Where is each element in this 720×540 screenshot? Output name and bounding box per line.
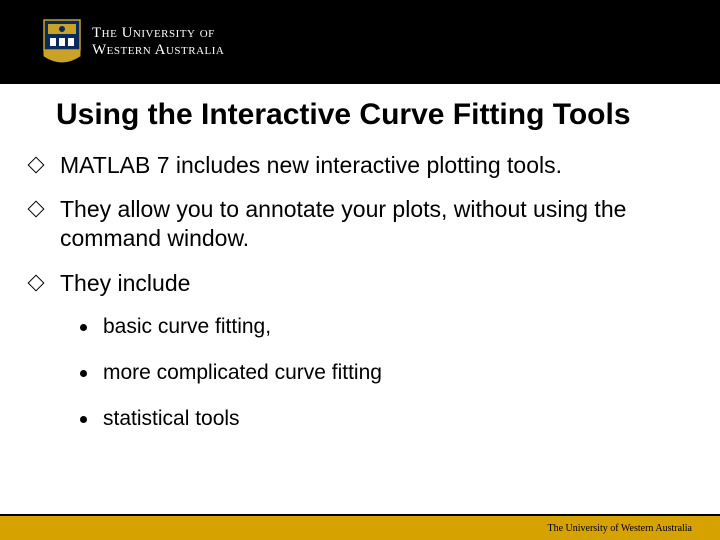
- diamond-bullet-icon: [28, 201, 45, 218]
- sub-bullet-list: basic curve fitting, more complicated cu…: [56, 314, 680, 433]
- bullet-text: They allow you to annotate your plots, w…: [60, 195, 680, 253]
- list-item: MATLAB 7 includes new interactive plotti…: [56, 151, 680, 180]
- footer-text: The University of Western Australia: [547, 523, 692, 534]
- bullet-text: They include: [60, 269, 680, 298]
- sub-bullet-text: statistical tools: [103, 406, 240, 432]
- list-item: They include: [56, 269, 680, 298]
- content-area: Using the Interactive Curve Fitting Tool…: [0, 84, 720, 514]
- university-name: The University of Western Australia: [92, 25, 224, 60]
- diamond-bullet-icon: [28, 274, 45, 291]
- bullet-text: MATLAB 7 includes new interactive plotti…: [60, 151, 680, 180]
- dot-bullet-icon: [80, 370, 87, 377]
- bullet-list: MATLAB 7 includes new interactive plotti…: [56, 151, 680, 298]
- slide: The University of Western Australia Usin…: [0, 0, 720, 540]
- list-item: They allow you to annotate your plots, w…: [56, 195, 680, 253]
- university-name-line1: The University of: [92, 25, 224, 42]
- slide-title: Using the Interactive Curve Fitting Tool…: [56, 98, 680, 133]
- header-bar: The University of Western Australia: [0, 0, 720, 84]
- footer-bar: The University of Western Australia: [0, 514, 720, 540]
- sub-bullet-text: basic curve fitting,: [103, 314, 271, 340]
- dot-bullet-icon: [80, 416, 87, 423]
- list-item: statistical tools: [56, 406, 680, 432]
- university-crest-icon: [42, 18, 82, 66]
- dot-bullet-icon: [80, 324, 87, 331]
- list-item: basic curve fitting,: [56, 314, 680, 340]
- university-name-line2: Western Australia: [92, 42, 224, 59]
- diamond-bullet-icon: [28, 156, 45, 173]
- list-item: more complicated curve fitting: [56, 360, 680, 386]
- sub-bullet-text: more complicated curve fitting: [103, 360, 382, 386]
